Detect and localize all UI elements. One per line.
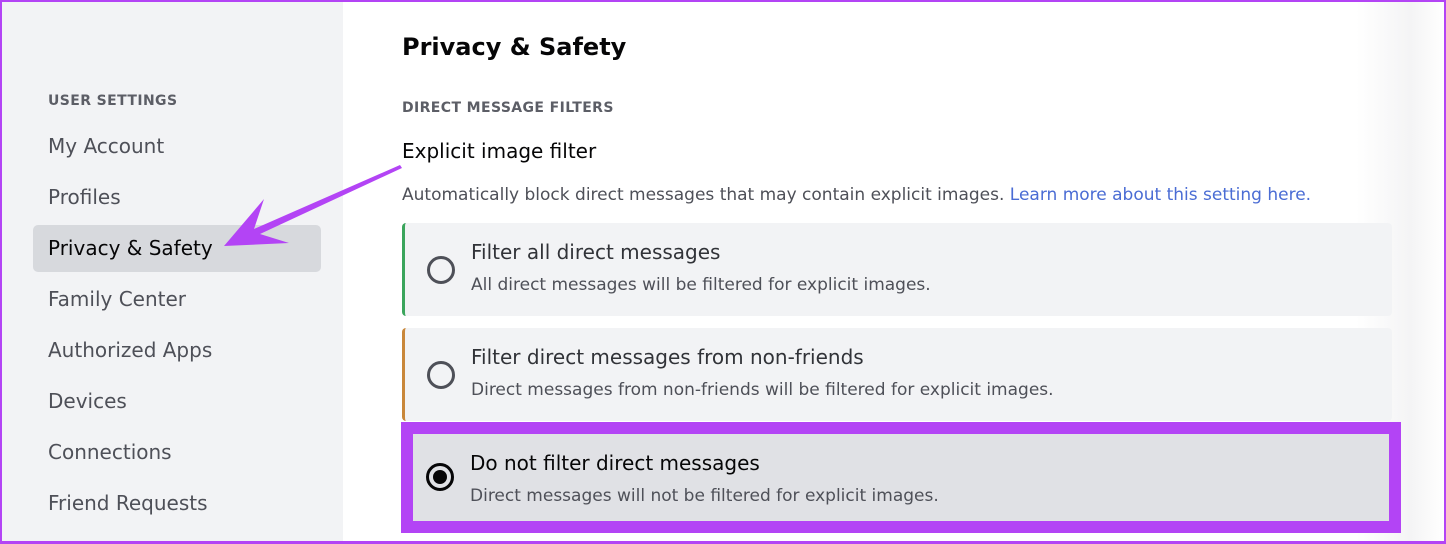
option-description: Direct messages will not be filtered for… — [470, 486, 939, 506]
learn-more-link[interactable]: Learn more about this setting here. — [1010, 185, 1311, 205]
sidebar-item-privacy-safety[interactable]: Privacy & Safety — [33, 225, 321, 272]
settings-sidebar: USER SETTINGS My Account Profiles Privac… — [2, 2, 343, 541]
option-do-not-filter[interactable]: Do not filter direct messages Direct mes… — [413, 433, 1389, 521]
sidebar-item-friend-requests[interactable]: Friend Requests — [33, 480, 321, 527]
sidebar-item-family-center[interactable]: Family Center — [33, 276, 321, 323]
option-filter-all[interactable]: Filter all direct messages All direct me… — [402, 223, 1392, 316]
option-description: All direct messages will be filtered for… — [471, 275, 931, 295]
setting-description-text: Automatically block direct messages that… — [402, 185, 1005, 205]
option-filter-non-friends[interactable]: Filter direct messages from non-friends … — [402, 328, 1392, 421]
app-window: USER SETTINGS My Account Profiles Privac… — [0, 0, 1446, 544]
sidebar-item-devices[interactable]: Devices — [33, 378, 321, 425]
radio-checked-icon[interactable] — [426, 463, 454, 491]
option-label: Do not filter direct messages — [470, 451, 760, 475]
settings-content: Privacy & Safety DIRECT MESSAGE FILTERS … — [343, 2, 1444, 541]
radio-unchecked-icon[interactable] — [427, 256, 455, 284]
radio-unchecked-icon[interactable] — [427, 361, 455, 389]
sidebar-item-authorized-apps[interactable]: Authorized Apps — [33, 327, 321, 374]
sidebar-item-my-account[interactable]: My Account — [33, 123, 321, 170]
sidebar-section-label: USER SETTINGS — [48, 93, 178, 109]
page-title: Privacy & Safety — [402, 33, 627, 61]
option-label: Filter all direct messages — [471, 240, 721, 264]
option-label: Filter direct messages from non-friends — [471, 345, 864, 369]
option-description: Direct messages from non-friends will be… — [471, 380, 1054, 400]
section-heading: DIRECT MESSAGE FILTERS — [402, 100, 614, 116]
sidebar-item-connections[interactable]: Connections — [33, 429, 321, 476]
setting-title: Explicit image filter — [402, 139, 597, 163]
sidebar-item-profiles[interactable]: Profiles — [33, 174, 321, 221]
setting-description: Automatically block direct messages that… — [402, 185, 1311, 205]
